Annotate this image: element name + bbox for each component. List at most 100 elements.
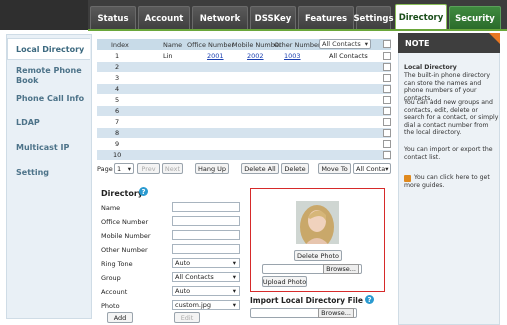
account-label: Account: [101, 288, 128, 296]
row-office-link[interactable]: 2001: [207, 52, 224, 60]
col-office: Office Number: [187, 41, 235, 49]
sidebar-item-phone-call-info[interactable]: Phone Call Info: [16, 94, 84, 104]
prev-button[interactable]: Prev: [137, 163, 160, 174]
row-checkbox[interactable]: [383, 74, 391, 82]
row-index: 9: [115, 140, 120, 148]
row-checkbox[interactable]: [383, 129, 391, 137]
row-other-link[interactable]: 1003: [284, 52, 301, 60]
group-select[interactable]: All Contacts ▾: [172, 272, 240, 282]
account-select[interactable]: Auto ▾: [172, 286, 240, 296]
mobile-number-label: Mobile Number: [101, 232, 151, 240]
row-checkbox[interactable]: [383, 85, 391, 93]
tab-security[interactable]: Security: [449, 6, 501, 30]
note-title: NOTE: [398, 33, 500, 53]
row-name: Lin: [163, 52, 173, 60]
row-index: 8: [115, 129, 120, 137]
tab-status[interactable]: Status: [90, 6, 136, 30]
col-other: Other Number: [274, 41, 321, 49]
table-row[interactable]: 4: [97, 84, 391, 94]
hang-up-button[interactable]: Hang Up: [195, 163, 229, 174]
row-index: 10: [113, 151, 122, 159]
delete-photo-button[interactable]: Delete Photo: [294, 250, 342, 261]
col-name: Name: [163, 41, 183, 49]
table-row[interactable]: 6: [97, 106, 391, 116]
logo-area: [0, 0, 88, 30]
note-paragraph-3: You can import or export the contact lis…: [404, 146, 493, 161]
row-index: 1: [115, 52, 120, 60]
table-row[interactable]: 10: [97, 150, 391, 160]
help-icon[interactable]: ?: [139, 187, 148, 196]
row-group: All Contacts: [329, 52, 368, 60]
photo-label: Photo: [101, 302, 120, 310]
sidebar-item-local-directory[interactable]: Local Directory: [16, 45, 84, 55]
page-select[interactable]: 1 ▾: [114, 163, 134, 174]
tab-dsskey[interactable]: DSSKey: [250, 6, 296, 30]
other-number-input[interactable]: [172, 244, 240, 254]
note-paragraph-1: The built-in phone directory can store t…: [404, 72, 491, 102]
col-index: Index: [111, 41, 129, 49]
office-number-input[interactable]: [172, 216, 240, 226]
import-file-input[interactable]: Browse...: [250, 308, 357, 318]
directory-section-title: Directory: [101, 189, 143, 198]
row-checkbox[interactable]: [383, 52, 391, 60]
table-row[interactable]: 8: [97, 128, 391, 138]
tab-directory[interactable]: Directory: [395, 4, 447, 30]
row-checkbox[interactable]: [383, 118, 391, 126]
ring-tone-select[interactable]: Auto ▾: [172, 258, 240, 268]
note-paragraph-2: You can add new groups and contacts, edi…: [404, 99, 499, 136]
row-index: 4: [115, 85, 120, 93]
next-button[interactable]: Next: [162, 163, 183, 174]
row-index: 3: [115, 74, 120, 82]
row-checkbox[interactable]: [383, 96, 391, 104]
move-target-select[interactable]: All Conta ▾: [353, 163, 391, 174]
name-label: Name: [101, 204, 121, 212]
name-input[interactable]: [172, 202, 240, 212]
tab-features[interactable]: Features: [298, 6, 354, 30]
row-index: 5: [115, 96, 120, 104]
table-row[interactable]: 2: [97, 62, 391, 72]
edit-button[interactable]: Edit: [174, 312, 200, 323]
sidebar-item-multicast-ip[interactable]: Multicast IP: [16, 143, 69, 153]
mobile-number-input[interactable]: [172, 230, 240, 240]
contact-photo: [296, 201, 339, 244]
note-heading: Local Directory: [404, 64, 457, 71]
note-corner-icon: [489, 33, 500, 44]
other-number-label: Other Number: [101, 246, 148, 254]
table-row[interactable]: 3: [97, 73, 391, 83]
table-row[interactable]: 9: [97, 139, 391, 149]
table-row[interactable]: 5: [97, 95, 391, 105]
row-checkbox[interactable]: [383, 107, 391, 115]
table-row[interactable]: 1 Lin 2001 2002 1003 All Contacts: [97, 51, 391, 61]
table-header: Index Name Office Number Mobile Number O…: [97, 39, 391, 50]
group-filter-select[interactable]: All Contacts ▾: [319, 39, 371, 49]
photo-file-input[interactable]: Browse...: [262, 264, 362, 274]
upload-photo-button[interactable]: Upload Photo: [262, 276, 307, 287]
page-label: Page: [97, 164, 113, 173]
sidebar-item-remote-phone-book[interactable]: Remote Phone Book: [16, 66, 86, 86]
row-checkbox[interactable]: [383, 63, 391, 71]
import-section-title: Import Local Directory File: [250, 296, 363, 305]
row-index: 7: [115, 118, 120, 126]
row-index: 2: [115, 63, 120, 71]
delete-all-button[interactable]: Delete All: [241, 163, 279, 174]
add-button[interactable]: Add: [107, 312, 133, 323]
note-guide-link[interactable]: You can click here to get more guides.: [404, 174, 500, 189]
row-checkbox[interactable]: [383, 151, 391, 159]
select-all-checkbox[interactable]: [383, 40, 391, 48]
move-to-button[interactable]: Move To: [318, 163, 351, 174]
photo-panel: Delete Photo Browse... Upload Photo: [250, 188, 385, 292]
delete-button[interactable]: Delete: [281, 163, 309, 174]
row-index: 6: [115, 107, 120, 115]
sidebar-item-setting[interactable]: Setting: [16, 168, 49, 178]
table-row[interactable]: 7: [97, 117, 391, 127]
tab-network[interactable]: Network: [192, 6, 248, 30]
tab-underline: [88, 29, 507, 31]
sidebar-item-ldap[interactable]: LDAP: [16, 118, 40, 128]
row-checkbox[interactable]: [383, 140, 391, 148]
row-mobile-link[interactable]: 2002: [247, 52, 264, 60]
tab-settings[interactable]: Settings: [353, 6, 394, 30]
help-icon[interactable]: ?: [365, 295, 374, 304]
office-number-label: Office Number: [101, 218, 149, 226]
photo-select[interactable]: custom.jpg ▾: [172, 300, 240, 310]
tab-account[interactable]: Account: [138, 6, 190, 30]
